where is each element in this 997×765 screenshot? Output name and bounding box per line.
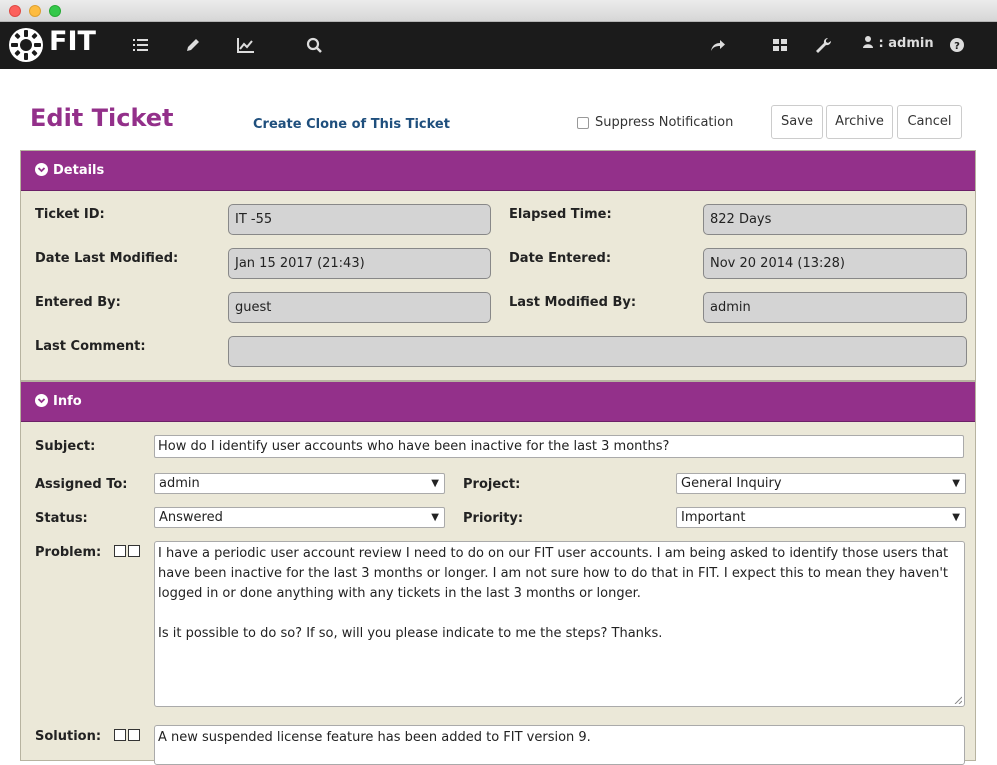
project-label: Project: bbox=[463, 477, 521, 492]
problem-editor-tools bbox=[114, 545, 144, 559]
date-entered-label: Date Entered: bbox=[509, 251, 612, 266]
problem-paragraph: Is it possible to do so? If so, will you… bbox=[158, 626, 663, 641]
assigned-to-label: Assigned To: bbox=[35, 477, 128, 492]
save-button[interactable]: Save bbox=[771, 105, 823, 139]
priority-value: Important bbox=[681, 510, 746, 525]
elapsed-time-field: 822 Days bbox=[703, 204, 967, 235]
resize-grip-icon[interactable] bbox=[954, 696, 962, 704]
template-icon[interactable] bbox=[128, 729, 140, 741]
details-panel-header[interactable]: Details bbox=[21, 151, 975, 191]
priority-select[interactable]: Important ▼ bbox=[676, 507, 966, 528]
modified-by-field: admin bbox=[703, 292, 967, 323]
subject-input[interactable]: How do I identify user accounts who have… bbox=[154, 435, 964, 458]
problem-textarea[interactable]: I have a periodic user account review I … bbox=[154, 541, 965, 707]
entered-by-label: Entered By: bbox=[35, 295, 121, 310]
info-panel-header[interactable]: Info bbox=[21, 382, 975, 422]
top-navbar: FIT : admin ? bbox=[0, 22, 997, 69]
chart-icon[interactable] bbox=[235, 34, 257, 56]
problem-paragraph: I have a periodic user account review I … bbox=[158, 546, 949, 601]
date-modified-field: Jan 15 2017 (21:43) bbox=[228, 248, 491, 279]
date-entered-field: Nov 20 2014 (13:28) bbox=[703, 248, 967, 279]
user-menu[interactable]: : admin bbox=[862, 35, 934, 51]
chevron-down-icon bbox=[35, 394, 48, 407]
svg-text:?: ? bbox=[954, 41, 960, 52]
solution-editor-tools bbox=[114, 729, 144, 743]
problem-label: Problem: bbox=[35, 545, 102, 560]
expand-editor-icon[interactable] bbox=[114, 545, 126, 557]
project-select[interactable]: General Inquiry ▼ bbox=[676, 473, 966, 494]
dropdown-arrow-icon: ▼ bbox=[952, 512, 960, 523]
window-titlebar bbox=[0, 0, 997, 22]
wrench-icon[interactable] bbox=[812, 34, 834, 56]
suppress-notification[interactable]: Suppress Notification bbox=[577, 115, 733, 130]
solution-textarea[interactable]: A new suspended license feature has been… bbox=[154, 725, 965, 765]
status-select[interactable]: Answered ▼ bbox=[154, 507, 445, 528]
archive-button[interactable]: Archive bbox=[826, 105, 893, 139]
dropdown-arrow-icon: ▼ bbox=[431, 478, 439, 489]
suppress-notification-label: Suppress Notification bbox=[595, 115, 734, 130]
pencil-icon[interactable] bbox=[182, 34, 204, 56]
ticket-id-label: Ticket ID: bbox=[35, 207, 105, 222]
suppress-notification-checkbox[interactable] bbox=[577, 116, 589, 129]
subject-label: Subject: bbox=[35, 439, 96, 454]
app-logo-text[interactable]: FIT bbox=[49, 26, 96, 57]
last-comment-field bbox=[228, 336, 967, 367]
page-title: Edit Ticket bbox=[30, 104, 174, 132]
status-value: Answered bbox=[159, 510, 223, 525]
chevron-down-icon bbox=[35, 163, 48, 176]
list-icon[interactable] bbox=[130, 34, 152, 56]
user-icon bbox=[862, 35, 874, 48]
window-close-button[interactable] bbox=[9, 5, 21, 17]
grid-icon[interactable] bbox=[769, 34, 791, 56]
window-zoom-button[interactable] bbox=[49, 5, 61, 17]
entered-by-field: guest bbox=[228, 292, 491, 323]
window-minimize-button[interactable] bbox=[29, 5, 41, 17]
dropdown-arrow-icon: ▼ bbox=[952, 478, 960, 489]
user-name: : admin bbox=[878, 36, 934, 51]
modified-by-label: Last Modified By: bbox=[509, 295, 637, 310]
solution-label: Solution: bbox=[35, 729, 102, 744]
fit-logo-icon[interactable] bbox=[8, 27, 44, 63]
elapsed-time-label: Elapsed Time: bbox=[509, 207, 612, 222]
project-value: General Inquiry bbox=[681, 476, 782, 491]
details-heading: Details bbox=[53, 163, 105, 178]
share-icon[interactable] bbox=[707, 34, 729, 56]
date-modified-label: Date Last Modified: bbox=[35, 251, 179, 266]
cancel-button[interactable]: Cancel bbox=[897, 105, 962, 139]
last-comment-label: Last Comment: bbox=[35, 339, 146, 354]
solution-text: A new suspended license feature has been… bbox=[158, 730, 591, 745]
status-label: Status: bbox=[35, 511, 88, 526]
assigned-to-value: admin bbox=[159, 476, 200, 491]
assigned-to-select[interactable]: admin ▼ bbox=[154, 473, 445, 494]
dropdown-arrow-icon: ▼ bbox=[431, 512, 439, 523]
help-icon[interactable]: ? bbox=[946, 34, 968, 56]
info-heading: Info bbox=[53, 394, 82, 409]
clone-ticket-link[interactable]: Create Clone of This Ticket bbox=[253, 117, 450, 132]
search-icon[interactable] bbox=[303, 34, 325, 56]
expand-editor-icon[interactable] bbox=[114, 729, 126, 741]
ticket-id-field: IT -55 bbox=[228, 204, 491, 235]
priority-label: Priority: bbox=[463, 511, 524, 526]
template-icon[interactable] bbox=[128, 545, 140, 557]
